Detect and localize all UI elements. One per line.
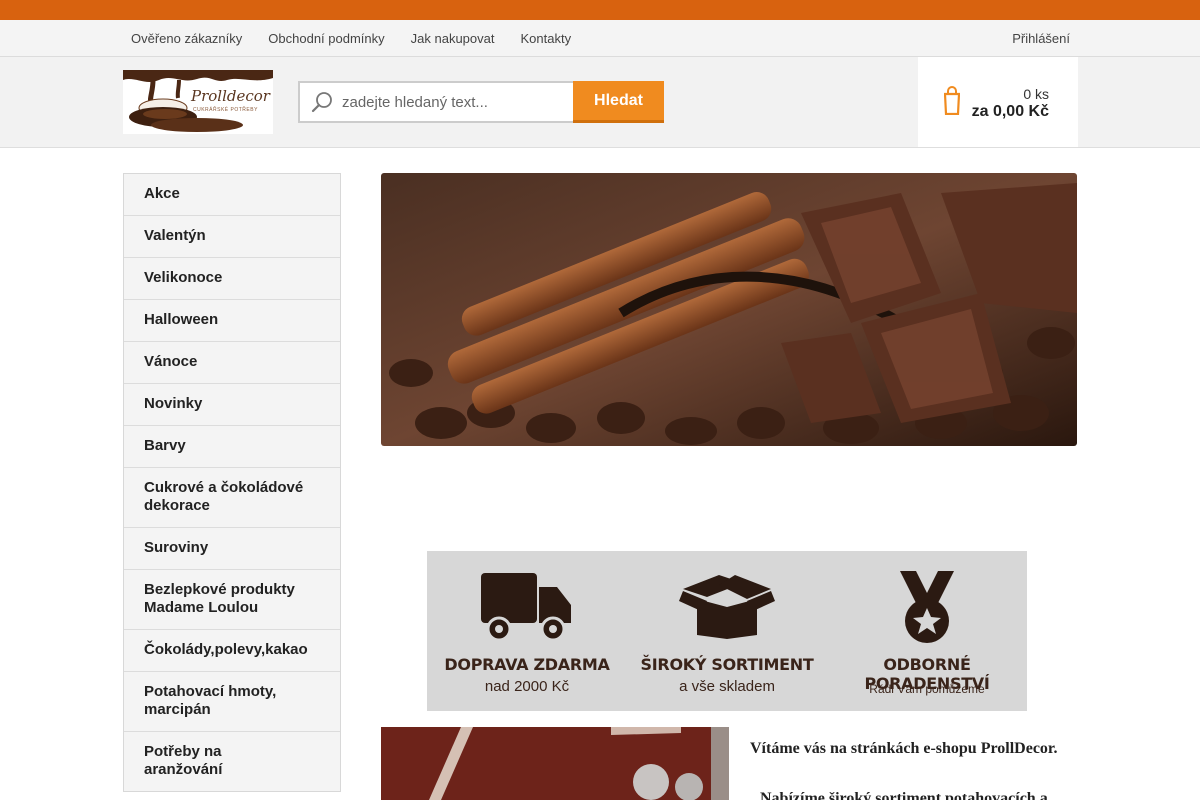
category-label: Valentýn bbox=[144, 227, 206, 244]
link-verified-by-customers[interactable]: Ověřeno zákazníky bbox=[118, 31, 255, 46]
category-label: Bezlepkové produkty Madame Loulou bbox=[144, 581, 295, 616]
search-button[interactable]: Hledat bbox=[573, 81, 664, 123]
category-label: Velikonoce bbox=[144, 269, 223, 286]
search-field bbox=[298, 81, 573, 123]
category-potahovaci-hmoty[interactable]: Potahovací hmoty, marcipán bbox=[124, 671, 340, 731]
site-logo[interactable]: Prolldecor CUKRÁŘSKÉ POTŘEBY bbox=[123, 70, 273, 134]
site-header: Prolldecor CUKRÁŘSKÉ POTŘEBY Hledat 0 ks… bbox=[0, 57, 1200, 148]
benefit-free-shipping: DOPRAVA ZDARMA nad 2000 Kč bbox=[427, 551, 627, 711]
category-barvy[interactable]: Barvy bbox=[124, 425, 340, 467]
category-label: Akce bbox=[144, 185, 180, 202]
benefit-wide-assortment: ŠIROKÝ SORTIMENT a vše skladem bbox=[627, 551, 827, 711]
benefits-banner: DOPRAVA ZDARMA nad 2000 Kč ŠIROKÝ SORTIM… bbox=[427, 551, 1027, 711]
login-label: Přihlášení bbox=[1012, 30, 1070, 46]
logo-tagline: CUKRÁŘSKÉ POTŘEBY bbox=[193, 107, 258, 113]
intro-text: Nabízíme široký sortiment potahovacích a bbox=[760, 790, 1048, 800]
category-label: Barvy bbox=[144, 437, 186, 454]
category-label: Vánoce bbox=[144, 353, 198, 370]
benefit-subtitle: nad 2000 Kč bbox=[484, 678, 570, 695]
shopping-bag-icon bbox=[944, 86, 960, 115]
category-label: Čokolády,polevy,kakao bbox=[144, 641, 308, 658]
category-label: Potřeby na aranžování bbox=[144, 743, 223, 778]
category-valentyn[interactable]: Valentýn bbox=[124, 215, 340, 257]
welcome-heading: Vítáme vás na stránkách e-shopu ProllDec… bbox=[750, 740, 1058, 757]
category-aranzovani[interactable]: Potřeby na aranžování bbox=[124, 731, 340, 791]
top-navigation: Ověřeno zákazníky Obchodní podmínky Jak … bbox=[0, 20, 1200, 57]
search-form: Hledat bbox=[298, 81, 664, 123]
link-terms[interactable]: Obchodní podmínky bbox=[255, 31, 397, 46]
category-novinky[interactable]: Novinky bbox=[124, 383, 340, 425]
benefit-subtitle: Rádi Vám pomůžeme bbox=[869, 682, 985, 696]
medal-icon bbox=[900, 571, 954, 643]
link-how-to-buy[interactable]: Jak nakupovat bbox=[398, 31, 508, 46]
category-vanoce[interactable]: Vánoce bbox=[124, 341, 340, 383]
cart-quantity: 0 ks bbox=[1023, 86, 1049, 102]
cart-summary[interactable]: 0 ks za 0,00 Kč bbox=[918, 57, 1078, 147]
hero-banner-image[interactable] bbox=[381, 173, 1077, 446]
category-dekorace[interactable]: Cukrové a čokoládové dekorace bbox=[124, 467, 340, 527]
search-input[interactable] bbox=[342, 93, 562, 111]
category-velikonoce[interactable]: Velikonoce bbox=[124, 257, 340, 299]
box-icon bbox=[679, 575, 775, 639]
benefit-title: DOPRAVA ZDARMA bbox=[444, 655, 610, 674]
category-label: Halloween bbox=[144, 311, 219, 328]
cart-total: za 0,00 Kč bbox=[971, 103, 1049, 120]
category-suroviny[interactable]: Suroviny bbox=[124, 527, 340, 569]
category-halloween[interactable]: Halloween bbox=[124, 299, 340, 341]
category-cokolady[interactable]: Čokolády,polevy,kakao bbox=[124, 629, 340, 671]
category-label: Potahovací hmoty, marcipán bbox=[144, 683, 277, 718]
shop-interior-photo bbox=[381, 727, 729, 800]
benefit-title: ŠIROKÝ SORTIMENT bbox=[640, 655, 814, 674]
category-akce[interactable]: Akce bbox=[124, 174, 340, 215]
top-accent-bar bbox=[0, 0, 1200, 20]
login-link[interactable]: Přihlášení bbox=[1006, 20, 1070, 56]
shop-photo-graphic bbox=[381, 727, 729, 800]
category-bezlepkove[interactable]: Bezlepkové produkty Madame Loulou bbox=[124, 569, 340, 629]
logo-wordmark: Prolldecor bbox=[191, 87, 270, 105]
link-contacts[interactable]: Kontakty bbox=[507, 31, 584, 46]
info-links: Ověřeno zákazníky Obchodní podmínky Jak … bbox=[118, 20, 584, 56]
category-menu: Akce Valentýn Velikonoce Halloween Vánoc… bbox=[123, 173, 341, 792]
truck-icon bbox=[481, 573, 571, 642]
chocolate-cinnamon-photo bbox=[381, 173, 1077, 446]
category-label: Suroviny bbox=[144, 539, 209, 556]
benefit-subtitle: a vše skladem bbox=[679, 678, 775, 695]
benefit-expert-advice: ODBORNÉ PORADENSTVÍ Rádi Vám pomůžeme bbox=[827, 551, 1027, 711]
category-label: Cukrové a čokoládové dekorace bbox=[144, 479, 304, 514]
search-icon bbox=[311, 92, 332, 113]
category-label: Novinky bbox=[144, 395, 203, 412]
